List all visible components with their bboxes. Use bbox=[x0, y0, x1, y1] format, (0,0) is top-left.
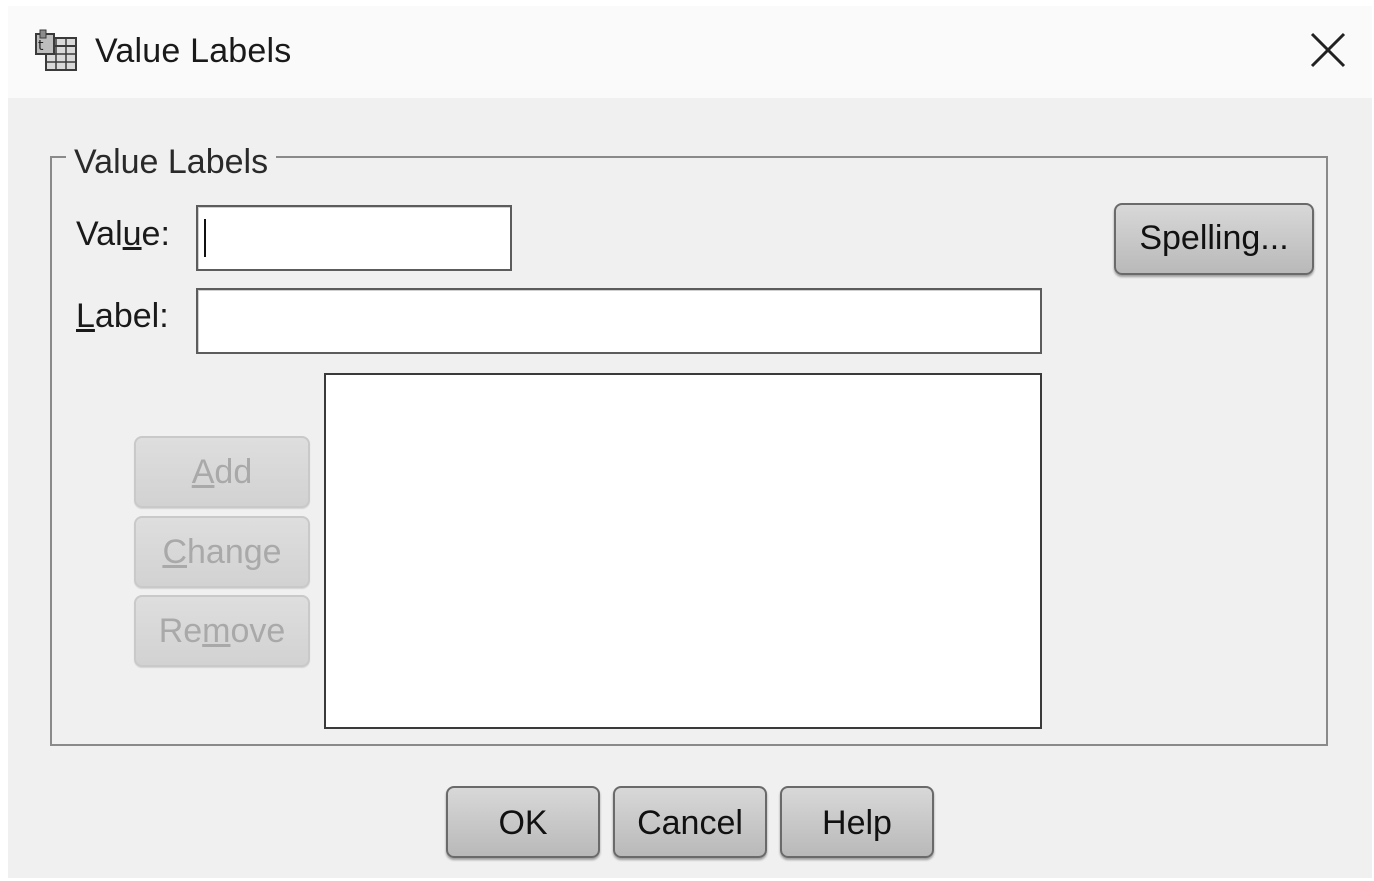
value-labels-list[interactable] bbox=[324, 373, 1042, 729]
label-field-label: Label: bbox=[76, 297, 169, 335]
window-title: Value Labels bbox=[95, 32, 292, 70]
value-input[interactable] bbox=[196, 205, 512, 271]
remove-button-label: Remove bbox=[158, 612, 286, 650]
svg-text:t: t bbox=[38, 38, 44, 54]
change-button-label: Change bbox=[162, 533, 282, 571]
ok-button[interactable]: OK bbox=[446, 786, 600, 858]
ok-button-label: OK bbox=[498, 804, 548, 842]
add-button[interactable]: Add bbox=[134, 436, 310, 508]
help-button-label: Help bbox=[822, 804, 892, 842]
group-legend: Value Labels bbox=[66, 142, 277, 182]
text-caret bbox=[204, 219, 206, 257]
close-icon[interactable] bbox=[1306, 28, 1350, 72]
add-button-label: Add bbox=[191, 453, 253, 491]
spelling-button-label: Spelling... bbox=[1139, 219, 1289, 257]
value-labels-dialog: t Value Labels Value Labels Value: Label… bbox=[8, 6, 1372, 878]
title-bar[interactable]: t Value Labels bbox=[8, 6, 1372, 98]
cancel-button-label: Cancel bbox=[637, 804, 743, 842]
remove-button[interactable]: Remove bbox=[134, 595, 310, 667]
value-field-label: Value: bbox=[76, 215, 170, 253]
cancel-button[interactable]: Cancel bbox=[613, 786, 767, 858]
label-input[interactable] bbox=[196, 288, 1042, 354]
spelling-button[interactable]: Spelling... bbox=[1114, 203, 1314, 275]
help-button[interactable]: Help bbox=[780, 786, 934, 858]
spss-table-icon: t bbox=[35, 29, 77, 71]
change-button[interactable]: Change bbox=[134, 516, 310, 588]
